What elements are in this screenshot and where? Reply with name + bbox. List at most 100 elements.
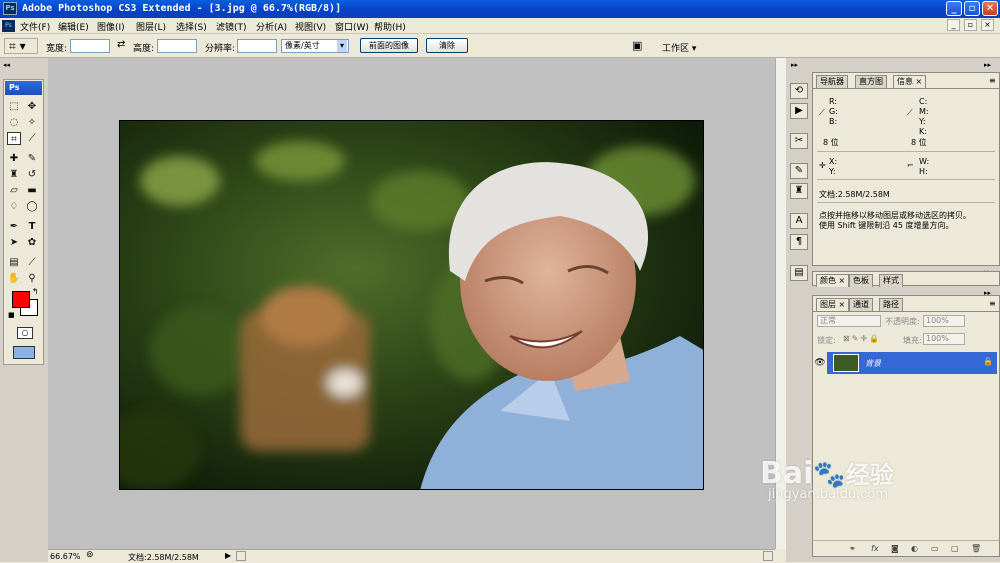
tab-layers[interactable]: 图层 × bbox=[816, 298, 850, 311]
front-image-button[interactable]: 前面的图像 bbox=[360, 38, 418, 53]
brushes-panel-icon[interactable]: ✎ bbox=[790, 163, 808, 179]
clone-stamp-icon[interactable]: ♜ bbox=[7, 168, 21, 181]
history-brush-icon[interactable]: ↺ bbox=[25, 168, 39, 181]
shape-tool-icon[interactable]: ✿ bbox=[25, 236, 39, 249]
menu-edit[interactable]: 编辑(E) bbox=[58, 20, 89, 33]
lock-icons[interactable]: ⊠✎✛🔒 bbox=[843, 334, 881, 343]
eraser-tool-icon[interactable]: ▱ bbox=[7, 184, 21, 197]
swap-icon[interactable]: ⇄ bbox=[117, 39, 125, 50]
tab-styles[interactable]: 样式 bbox=[879, 274, 903, 287]
type-tool-icon[interactable]: T bbox=[25, 220, 39, 233]
doc-close-button[interactable]: × bbox=[981, 19, 994, 31]
unit-select-value: 像素/英寸 bbox=[285, 41, 320, 50]
bridge-icon[interactable]: ▣ bbox=[632, 39, 642, 52]
tab-swatches[interactable]: 色板 bbox=[849, 274, 873, 287]
width-input[interactable] bbox=[70, 39, 110, 53]
history-panel-icon[interactable]: ⟲ bbox=[790, 83, 808, 99]
scroll-left-icon[interactable] bbox=[236, 551, 246, 561]
watermark-cn: 经验 bbox=[845, 461, 894, 489]
lasso-tool-icon[interactable]: ◌ bbox=[7, 116, 21, 129]
opacity-input[interactable]: 100% bbox=[923, 315, 965, 327]
tool-presets-icon[interactable]: ✂ bbox=[790, 133, 808, 149]
mask-icon[interactable]: ◙ bbox=[891, 544, 899, 553]
menu-image[interactable]: 图像(I) bbox=[97, 20, 125, 33]
watermark-url: jingyan.baidu.com bbox=[768, 487, 888, 502]
tab-channels[interactable]: 通道 bbox=[849, 298, 873, 311]
layer-comps-icon[interactable]: ▤ bbox=[790, 265, 808, 281]
hand-tool-icon[interactable]: ✋ bbox=[7, 272, 21, 285]
status-menu-arrow-icon[interactable]: ▶ bbox=[225, 551, 231, 560]
eye-icon[interactable]: 👁 bbox=[813, 352, 827, 374]
blur-tool-icon[interactable]: ♢ bbox=[7, 200, 21, 213]
crop-tool-preset-icon[interactable]: ⌗ ▾ bbox=[4, 38, 38, 54]
gradient-tool-icon[interactable]: ▬ bbox=[25, 184, 39, 197]
link-layers-icon[interactable]: ⚭ bbox=[849, 544, 856, 553]
layer-row-background[interactable]: 👁 背景 🔒 bbox=[813, 352, 997, 374]
document-icon[interactable]: Ps bbox=[2, 20, 15, 32]
blend-mode-select[interactable]: 正常 bbox=[817, 315, 881, 327]
fill-input[interactable]: 100% bbox=[923, 333, 965, 345]
minimize-button[interactable]: _ bbox=[946, 1, 962, 16]
crosshair-icon: ✛ bbox=[819, 161, 826, 170]
adjustment-layer-icon[interactable]: ◐ bbox=[911, 544, 918, 553]
close-button[interactable]: ✕ bbox=[982, 1, 998, 16]
scroll-right-icon[interactable] bbox=[763, 551, 773, 561]
panel-menu-icon[interactable]: ≡ bbox=[989, 299, 996, 308]
doc-minimize-button[interactable]: _ bbox=[947, 19, 960, 31]
healing-brush-icon[interactable]: ✚ bbox=[7, 152, 21, 165]
menu-help[interactable]: 帮助(H) bbox=[374, 20, 406, 33]
menu-analysis[interactable]: 分析(A) bbox=[256, 20, 287, 33]
screen-mode-icon[interactable] bbox=[13, 346, 35, 359]
tab-paths[interactable]: 路径 bbox=[879, 298, 903, 311]
notes-tool-icon[interactable]: ▤ bbox=[7, 256, 21, 269]
move-tool-icon[interactable]: ✥ bbox=[25, 100, 39, 113]
dodge-tool-icon[interactable]: ◯ bbox=[25, 200, 39, 213]
resolution-input[interactable] bbox=[237, 39, 277, 53]
dock-expand-icon[interactable]: ▸▸ bbox=[791, 61, 798, 69]
marquee-tool-icon[interactable]: ⬚ bbox=[7, 100, 21, 113]
actions-panel-icon[interactable]: ▶ bbox=[790, 103, 808, 119]
unit-select[interactable]: 像素/英寸 ▾ bbox=[281, 39, 349, 53]
paragraph-panel-icon[interactable]: ¶ bbox=[790, 234, 808, 250]
tab-navigator[interactable]: 导航器 bbox=[816, 75, 848, 88]
brush-tool-icon[interactable]: ✎ bbox=[25, 152, 39, 165]
height-input[interactable] bbox=[157, 39, 197, 53]
menu-select[interactable]: 选择(S) bbox=[176, 20, 207, 33]
swap-colors-icon[interactable]: ↰ bbox=[32, 287, 39, 296]
pen-tool-icon[interactable]: ✒ bbox=[7, 220, 21, 233]
collapse-icon[interactable]: ◂◂ bbox=[3, 61, 10, 69]
magic-wand-icon[interactable]: ✧ bbox=[25, 116, 39, 129]
foreground-color-swatch[interactable] bbox=[12, 291, 30, 308]
default-colors-icon[interactable]: ■ bbox=[8, 311, 15, 319]
status-icon[interactable]: ⊚ bbox=[86, 550, 94, 560]
trash-icon[interactable]: 🗑 bbox=[971, 544, 981, 553]
fx-icon[interactable]: fx bbox=[871, 544, 879, 553]
document-image[interactable] bbox=[119, 120, 704, 490]
zoom-level[interactable]: 66.67% bbox=[50, 552, 81, 561]
menu-file[interactable]: 文件(F) bbox=[20, 20, 50, 33]
panel-menu-icon[interactable]: ≡ bbox=[989, 76, 996, 85]
menu-view[interactable]: 视图(V) bbox=[295, 20, 326, 33]
maximize-button[interactable]: ▫ bbox=[964, 1, 980, 16]
menu-layer[interactable]: 图层(L) bbox=[136, 20, 166, 33]
doc-restore-button[interactable]: ▫ bbox=[964, 19, 977, 31]
quick-mask-icon[interactable]: ○ bbox=[17, 327, 33, 339]
character-panel-icon[interactable]: A bbox=[790, 213, 808, 229]
tab-color[interactable]: 颜色 × bbox=[816, 274, 850, 287]
panels-collapse-icon[interactable]: ▸▸ bbox=[984, 61, 991, 69]
new-layer-icon[interactable]: ▢ bbox=[951, 544, 959, 553]
layer-name[interactable]: 背景 bbox=[865, 358, 881, 369]
tab-info[interactable]: 信息 × bbox=[893, 75, 927, 88]
eyedropper-icon[interactable]: ⟋ bbox=[25, 256, 39, 269]
slice-tool-icon[interactable]: ⟋ bbox=[25, 132, 39, 145]
menu-filter[interactable]: 滤镜(T) bbox=[216, 20, 247, 33]
workspace-menu[interactable]: 工作区 ▾ bbox=[662, 41, 696, 54]
group-icon[interactable]: ▭ bbox=[931, 544, 939, 553]
path-selection-icon[interactable]: ➤ bbox=[7, 236, 21, 249]
crop-tool-icon[interactable]: ⌗ bbox=[7, 132, 21, 145]
clear-button[interactable]: 清除 bbox=[426, 38, 468, 53]
zoom-tool-icon[interactable]: ⚲ bbox=[25, 272, 39, 285]
clone-source-icon[interactable]: ♜ bbox=[790, 183, 808, 199]
tab-histogram[interactable]: 直方图 bbox=[855, 75, 887, 88]
menu-window[interactable]: 窗口(W) bbox=[335, 20, 369, 33]
